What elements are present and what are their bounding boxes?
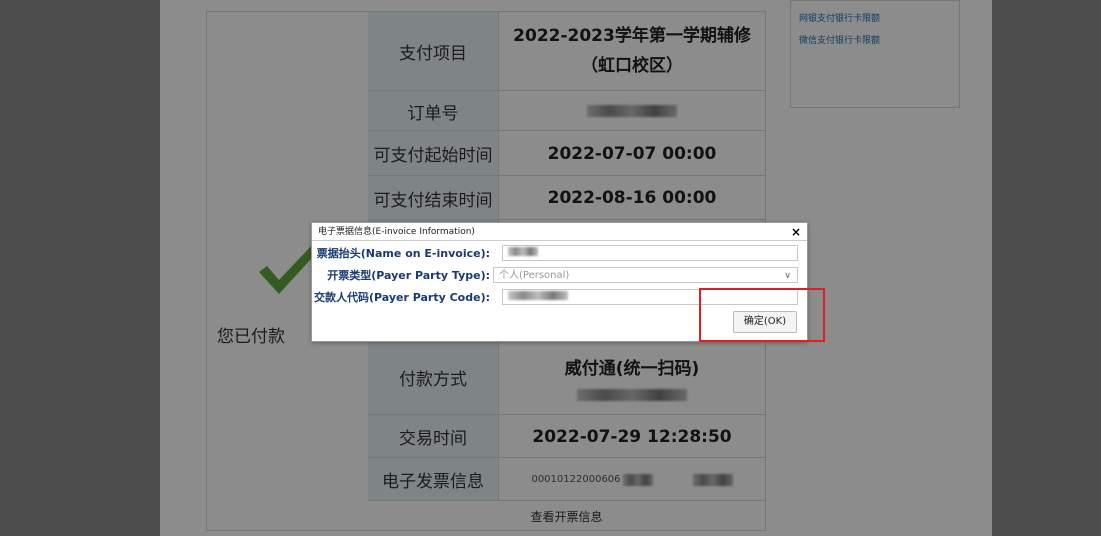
highlight-box: [699, 288, 825, 342]
chevron-down-icon: ∨: [784, 271, 791, 281]
invoice-name-label: 票据抬头(Name on E-invoice):: [316, 247, 490, 260]
payer-type-label: 开票类型(Payer Party Type):: [327, 269, 490, 282]
invoice-name-row: 票据抬头(Name on E-invoice):: [312, 245, 807, 263]
payer-code-label: 交款人代码(Payer Party Code):: [313, 291, 490, 304]
invoice-name-input[interactable]: [502, 245, 798, 261]
close-icon[interactable]: ×: [791, 225, 801, 239]
payer-type-select[interactable]: 个人(Personal) ∨: [493, 267, 798, 283]
dialog-title: 电子票据信息(E-invoice Information): [312, 223, 807, 241]
payer-type-row: 开票类型(Payer Party Type): 个人(Personal) ∨: [312, 267, 807, 285]
